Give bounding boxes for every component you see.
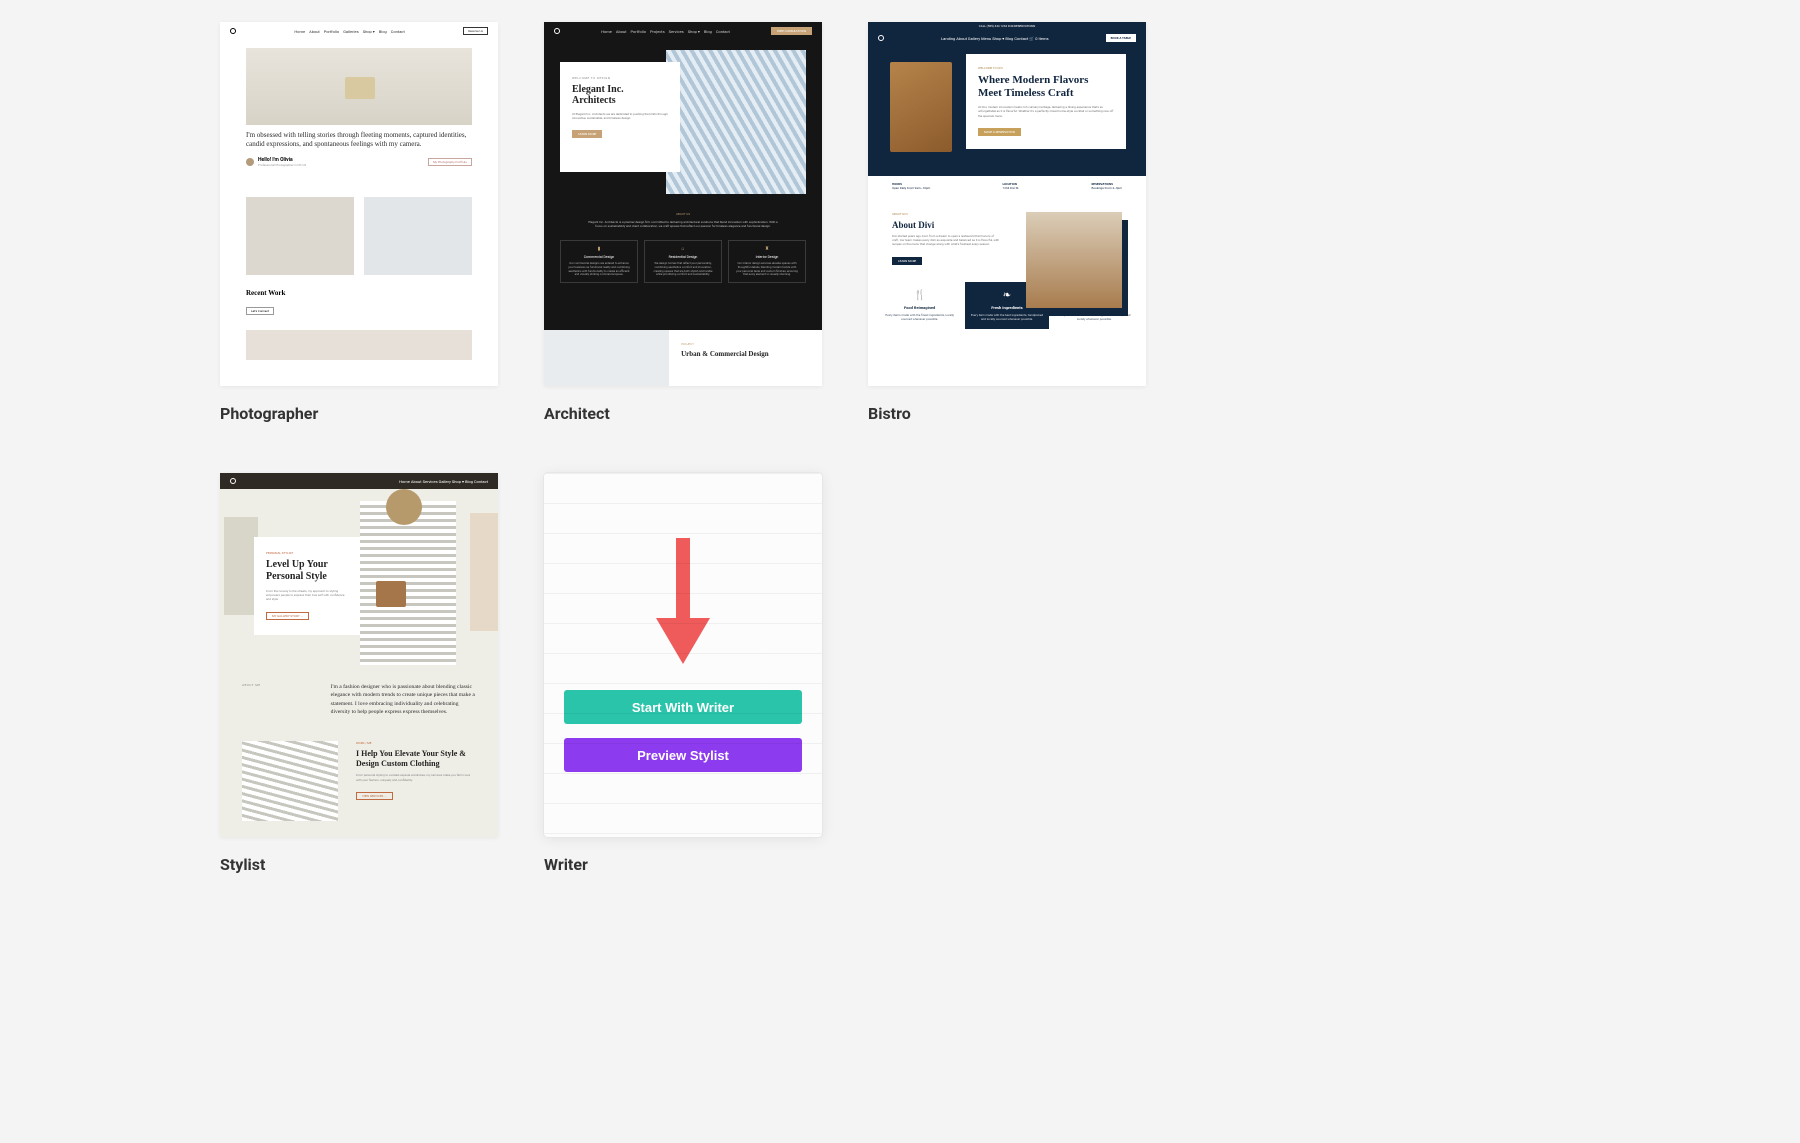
bag-icon xyxy=(376,581,406,607)
thumbnail-photographer: HomeAboutPortfolioGalleriesShop ▾BlogCon… xyxy=(220,22,498,386)
hero-image xyxy=(360,501,456,665)
home-icon: ⌂ xyxy=(651,246,715,252)
cta-image xyxy=(242,741,338,821)
thumbnail-architect: HomeAboutPortfolioProjectsServicesShop ▾… xyxy=(544,22,822,386)
starter-site-gallery: HomeAboutPortfolioGalleriesShop ▾BlogCon… xyxy=(0,0,1800,874)
announcement-bar: CALL (555) 444 1234 FOR RESERVATIONS xyxy=(868,22,1146,30)
thumbnail-stylist: Home About Services Gallery Shop ▾ Blog … xyxy=(220,473,498,837)
project-image xyxy=(544,330,669,386)
recent-heading: Recent Work xyxy=(246,289,472,297)
gallery-card-architect[interactable]: HomeAboutPortfolioProjectsServicesShop ▾… xyxy=(544,22,822,423)
portfolio-btn: My Photography Portfolio xyxy=(428,158,472,166)
building-icon: ▮ xyxy=(567,246,631,252)
card-title: Architect xyxy=(544,404,822,423)
hero-image xyxy=(666,50,806,194)
nav-cta: FREE CONSULTATION xyxy=(771,27,812,35)
nav-links: HomeAboutPortfolioProjectsServicesShop ▾… xyxy=(599,29,732,34)
logo-icon xyxy=(230,28,236,34)
card-title: Writer xyxy=(544,855,822,874)
thumbnail-writer: Start With Writer Preview Stylist xyxy=(544,473,822,837)
avatar xyxy=(246,158,254,166)
nav-links: Home About Services Gallery Shop ▾ Blog … xyxy=(399,479,488,484)
nav-cta: BOOK A TABLE xyxy=(1106,34,1136,42)
logo-icon xyxy=(878,35,884,41)
hero-card: WELCOME TO DESIGN Elegant Inc. Architect… xyxy=(560,62,680,172)
hero-card: PERSONAL STYLIST Level Up Your Personal … xyxy=(254,537,360,635)
nav-links: Landing About Gallery Menu Shop ▾ Blog C… xyxy=(941,36,1049,41)
card-title: Bistro xyxy=(868,404,1146,423)
gallery-row xyxy=(246,197,472,275)
card-title: Stylist xyxy=(220,855,498,874)
recent-btn: Let's Connect xyxy=(246,307,274,315)
chair-icon: ♜ xyxy=(735,246,799,252)
hero-image xyxy=(246,48,472,125)
thumbnail-bistro: CALL (555) 444 1234 FOR RESERVATIONS Lan… xyxy=(868,22,1146,386)
hero-text: I'm obsessed with telling stories throug… xyxy=(246,131,472,149)
nav-cta: Reserve Us xyxy=(463,27,488,35)
hero-card: WELCOME TO DIVI Where Modern Flavors Mee… xyxy=(966,54,1126,149)
hat-icon xyxy=(386,489,422,525)
logo-icon xyxy=(554,28,560,34)
gallery-card-stylist[interactable]: Home About Services Gallery Shop ▾ Blog … xyxy=(220,473,498,874)
card-title: Photographer xyxy=(220,404,498,423)
gallery-card-bistro[interactable]: CALL (555) 444 1234 FOR RESERVATIONS Lan… xyxy=(868,22,1146,423)
nav-links: HomeAboutPortfolioGalleriesShop ▾BlogCon… xyxy=(292,29,406,34)
logo-icon xyxy=(230,478,236,484)
fork-icon: 🍴 xyxy=(882,290,957,301)
hero-image xyxy=(890,62,952,152)
about-image xyxy=(1026,212,1122,308)
gallery-card-writer[interactable]: Start With Writer Preview Stylist Writer xyxy=(544,473,822,874)
cut-image xyxy=(246,330,472,360)
gallery-card-photographer[interactable]: HomeAboutPortfolioGalleriesShop ▾BlogCon… xyxy=(220,22,498,423)
